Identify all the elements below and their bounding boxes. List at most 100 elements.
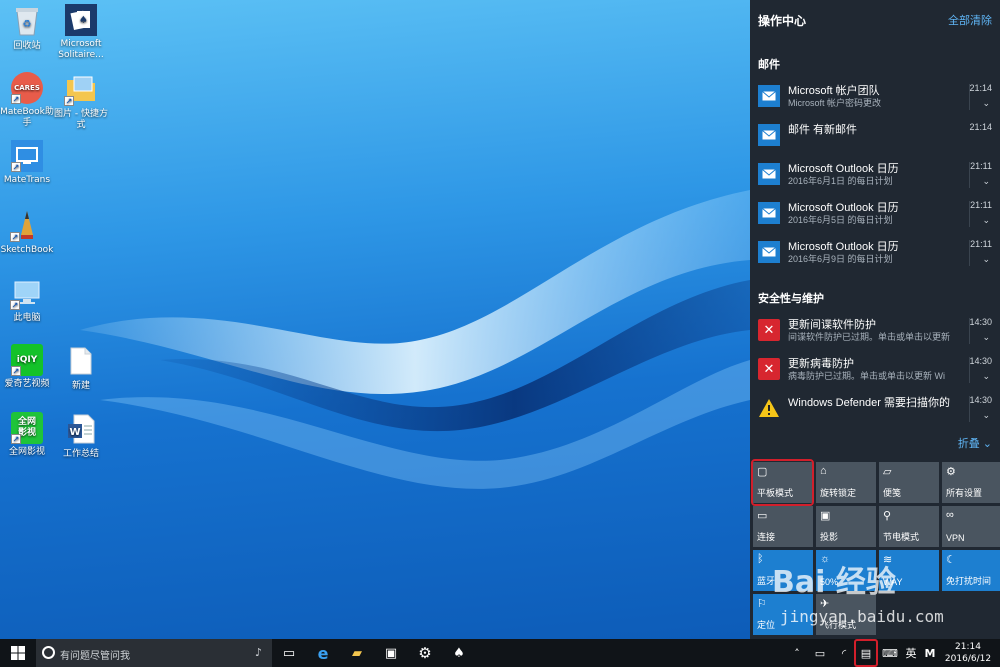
wallpaper: [80, 190, 750, 489]
shortcut-arrow-icon: ↗: [64, 96, 74, 106]
quick-action-label: 飞行模式: [820, 620, 857, 630]
mail-icon: [758, 124, 780, 146]
vpn-icon: ∞: [946, 509, 954, 521]
notification[interactable]: ✕ 更新病毒防护 病毒防护已过期。单击或单击以更新 Wi 14:30 ⌄: [750, 351, 1000, 389]
expand-chevron-icon[interactable]: ⌄: [982, 215, 990, 226]
tablet-mode-highlight: [751, 459, 814, 506]
clock-date: 2016/6/12: [944, 654, 992, 664]
quick-action-tile[interactable]: ⚙ 所有设置: [942, 462, 1000, 503]
clock[interactable]: 21:14 2016/6/12: [940, 641, 996, 665]
shortcut-arrow-icon: ↗: [11, 162, 21, 172]
notification[interactable]: Microsoft 帐户团队 Microsoft 帐户密码更改 21:14 ⌄: [750, 78, 1000, 116]
chevron-up-icon[interactable]: ˄: [788, 639, 806, 667]
notification[interactable]: Windows Defender 需要扫描你的 14:30 ⌄: [750, 390, 1000, 428]
desktop-icon-label: 新建: [71, 381, 90, 391]
expand-chevron-icon[interactable]: ⌄: [982, 332, 990, 343]
cares-text: CARES: [14, 83, 40, 92]
file-explorer-icon[interactable]: ▰: [340, 639, 374, 667]
quick-action-tile[interactable]: ▱ 便笺: [879, 462, 939, 503]
start-button[interactable]: [0, 639, 36, 667]
error-icon: ✕: [758, 319, 780, 341]
folder-icon: ↗: [64, 72, 98, 106]
desktop-icon-solitaire[interactable]: ♠ Microsoft Solitaire...: [50, 4, 112, 61]
quick-action-tile[interactable]: ≋ WAY: [879, 550, 939, 591]
mail-icon: [758, 163, 780, 185]
computer-icon: ↗: [10, 276, 44, 310]
quick-action-tile[interactable]: ▭ 连接: [753, 506, 813, 547]
svg-text:W: W: [69, 427, 80, 438]
desktop[interactable]: ♻ 回收站 ♠ Microsoft Solitaire... CARES ↗ M…: [0, 0, 750, 639]
quick-action-tile[interactable]: ✈ 飞行模式: [816, 594, 876, 635]
wifi-icon[interactable]: ◜: [832, 639, 856, 667]
expand-chevron-icon[interactable]: ⌄: [982, 410, 990, 421]
svg-text:♻: ♻: [23, 19, 32, 30]
notification-body: 2016年6月1日 的每日计划: [788, 176, 893, 186]
iqiyi-logo-text: iQIY: [16, 354, 38, 365]
quanwang-icon: 全网影视 ↗: [11, 412, 43, 444]
notification-body: Microsoft 帐户密码更改: [788, 98, 882, 108]
desktop-icon-pictures-shortcut[interactable]: ↗ 图片 - 快捷方式: [50, 72, 112, 131]
notification[interactable]: ✕ 更新间谍软件防护 间谍软件防护已过期。单击或单击以更新 14:30 ⌄: [750, 312, 1000, 350]
expand-chevron-icon[interactable]: ⌄: [982, 254, 990, 265]
desktop-icon-label: Microsoft Solitaire...: [58, 39, 104, 60]
action-center-button[interactable]: ▤: [854, 639, 878, 667]
collapse-button[interactable]: 折叠 ⌄: [958, 435, 992, 451]
clear-all-button[interactable]: 全部清除: [948, 12, 992, 28]
notification-time: 21:11: [970, 200, 992, 210]
battery-saver-icon: ⚲: [883, 510, 892, 522]
desktop-icon-label: MateTrans: [3, 175, 51, 185]
edge-icon[interactable]: e: [306, 639, 340, 667]
desktop-icon-label: SketchBook: [0, 245, 54, 255]
matetrans-icon: ↗: [11, 140, 43, 172]
ime-mode-indicator[interactable]: M: [922, 639, 938, 667]
quick-action-tile[interactable]: ⌂ 旋转锁定: [816, 462, 876, 503]
airplane-icon: ✈: [820, 598, 830, 610]
recycle-bin-icon: ♻: [10, 4, 44, 38]
gear-icon[interactable]: ⚙: [408, 639, 442, 667]
quick-action-tile[interactable]: ∞ VPN: [942, 506, 1000, 547]
quick-action-tile[interactable]: ⚲ 节电模式: [879, 506, 939, 547]
expand-chevron-icon[interactable]: ⌄: [982, 98, 990, 109]
desktop-icon-this-pc[interactable]: ↗ 此电脑: [0, 276, 58, 324]
notification-time: 21:11: [970, 161, 992, 171]
wifi-icon: ≋: [883, 554, 893, 566]
shortcut-arrow-icon: ↗: [10, 232, 20, 242]
desktop-icon-label: 图片 - 快捷方式: [54, 109, 108, 130]
cortana-search-box[interactable]: 有问题尽管问我 ♪: [36, 639, 272, 667]
cards-icon[interactable]: ♠: [442, 639, 476, 667]
expand-chevron-icon[interactable]: ⌄: [982, 176, 990, 187]
quick-action-label: 投影: [820, 532, 839, 542]
notification-time: 14:30: [969, 356, 992, 366]
desktop-icon-matetrans[interactable]: ↗ MateTrans: [0, 140, 58, 186]
quick-action-label: 节电模式: [883, 532, 920, 542]
warning-icon: [758, 397, 780, 419]
desktop-icon-new-file[interactable]: 新建: [50, 344, 112, 392]
expand-chevron-icon[interactable]: ⌄: [982, 371, 990, 382]
quick-action-label: 定位: [757, 620, 776, 630]
mail-icon: [758, 85, 780, 107]
quick-action-tile[interactable]: ⚐ 定位: [753, 594, 813, 635]
quick-action-tile[interactable]: ☾ 免打扰时间: [942, 550, 1000, 591]
keyboard-icon[interactable]: ⌨: [878, 639, 902, 667]
pencil-icon: ↗: [10, 208, 44, 242]
quick-action-tile[interactable]: ☼ 50%: [816, 550, 876, 591]
notification[interactable]: Microsoft Outlook 日历 2016年6月9日 的每日计划 21:…: [750, 234, 1000, 272]
notification[interactable]: Microsoft Outlook 日历 2016年6月5日 的每日计划 21:…: [750, 195, 1000, 233]
task-view-icon[interactable]: ▭: [272, 639, 306, 667]
battery-icon[interactable]: ▭: [808, 639, 832, 667]
quick-action-label: 免打扰时间: [946, 576, 992, 586]
quick-action-tile[interactable]: ᛒ 蓝牙: [753, 550, 813, 591]
taskbar: 有问题尽管问我 ♪ ▭ e ▰ ▣ ⚙ ♠ ˄ ▭ ◜ ▤ ⌨ 英 M 21:1…: [0, 639, 1000, 667]
desktop-icon-work-summary[interactable]: W 工作总结: [50, 412, 112, 460]
notification[interactable]: 邮件 有新邮件 21:14: [750, 117, 1000, 155]
word-doc-icon: W: [64, 412, 98, 446]
ime-language-indicator[interactable]: 英: [902, 639, 920, 667]
microphone-icon[interactable]: ♪: [255, 646, 262, 659]
quick-action-tile[interactable]: ▣ 投影: [816, 506, 876, 547]
store-icon[interactable]: ▣: [374, 639, 408, 667]
notification-body: 2016年6月9日 的每日计划: [788, 254, 893, 264]
quick-action-label: WAY: [883, 577, 903, 587]
notification-title: Windows Defender 需要扫描你的: [788, 397, 950, 409]
notification[interactable]: Microsoft Outlook 日历 2016年6月1日 的每日计划 21:…: [750, 156, 1000, 194]
desktop-icon-sketchbook[interactable]: ↗ SketchBook: [0, 208, 58, 256]
